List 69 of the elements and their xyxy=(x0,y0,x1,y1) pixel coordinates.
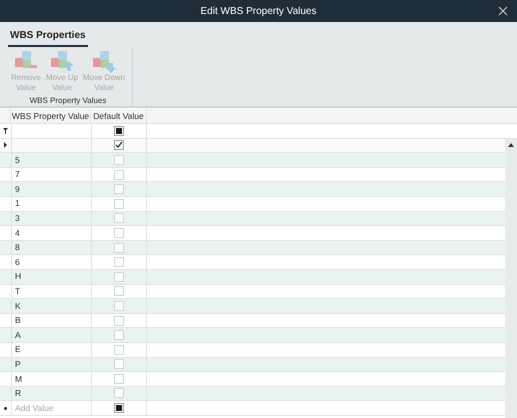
table-row[interactable]: 8 xyxy=(0,240,505,256)
table-row[interactable]: P xyxy=(0,358,505,372)
column-header[interactable]: WBS Property Value xyxy=(11,109,91,123)
checkbox[interactable] xyxy=(114,388,124,398)
checkbox[interactable] xyxy=(114,242,124,253)
table-cell: 3 xyxy=(15,212,20,225)
table-cell: 8 xyxy=(15,241,20,254)
table-cell: T xyxy=(15,284,20,298)
table-row[interactable]: E xyxy=(0,342,505,358)
blocks-down-arrow-icon xyxy=(91,49,117,73)
checkbox[interactable] xyxy=(114,198,124,209)
column-header[interactable]: Default Value xyxy=(91,109,147,123)
table-row[interactable]: 6 xyxy=(0,255,505,270)
table-row[interactable]: T xyxy=(0,284,505,300)
table-row[interactable]: H xyxy=(0,270,505,285)
ribbon-tab[interactable]: WBS Properties xyxy=(8,28,88,47)
table-row[interactable]: M xyxy=(0,372,505,387)
checkbox[interactable] xyxy=(114,359,124,370)
table-row[interactable]: 9 xyxy=(0,182,505,197)
checkbox[interactable] xyxy=(114,126,124,136)
checkbox[interactable] xyxy=(114,140,124,150)
checkbox[interactable] xyxy=(114,228,124,238)
current-row-icon xyxy=(4,142,7,148)
checkbox[interactable] xyxy=(114,403,124,414)
checkbox[interactable] xyxy=(114,184,124,194)
filter-icon xyxy=(3,128,8,134)
close-button[interactable] xyxy=(497,5,509,17)
table-cell: E xyxy=(15,343,21,356)
table-cell: 7 xyxy=(15,168,20,181)
new-row-icon xyxy=(4,406,7,410)
table-row[interactable]: Add Value xyxy=(0,401,505,416)
table-row[interactable]: 3 xyxy=(0,212,505,226)
blocks-up-arrow-icon xyxy=(49,49,75,73)
table-cell: B xyxy=(15,314,21,327)
table-cell: 5 xyxy=(15,154,20,166)
table-cell: 4 xyxy=(15,226,20,240)
checkbox[interactable] xyxy=(114,316,124,326)
table-row[interactable]: 4 xyxy=(0,226,505,241)
table-cell: 1 xyxy=(15,197,20,210)
table-row[interactable]: K xyxy=(0,299,505,314)
add-value-field[interactable]: Add Value xyxy=(15,402,88,414)
table-cell: M xyxy=(15,372,22,386)
table-cell: H xyxy=(15,270,22,284)
table-cell: 6 xyxy=(15,256,20,269)
table-cell: P xyxy=(15,358,21,371)
scrollbar[interactable] xyxy=(505,138,517,418)
checkbox[interactable] xyxy=(114,257,124,268)
checkbox[interactable] xyxy=(114,286,124,296)
checkbox[interactable] xyxy=(114,330,124,340)
scroll-up-icon[interactable] xyxy=(508,142,514,147)
checkbox[interactable] xyxy=(114,300,124,311)
checkbox[interactable] xyxy=(114,344,124,355)
table-row[interactable]: 5 xyxy=(0,153,505,168)
table-cell: 9 xyxy=(15,182,20,196)
checkbox[interactable] xyxy=(114,170,124,180)
table-row[interactable]: R xyxy=(0,386,505,402)
table-row[interactable]: 1 xyxy=(0,196,505,212)
checkbox[interactable] xyxy=(114,272,124,282)
checkbox[interactable] xyxy=(114,213,124,224)
checkbox[interactable] xyxy=(114,154,124,165)
table-cell: K xyxy=(15,300,21,312)
window-title: Edit WBS Property Values xyxy=(200,4,316,18)
checkbox[interactable] xyxy=(114,374,124,384)
table-cell: A xyxy=(15,328,21,342)
table-row[interactable]: B xyxy=(0,314,505,328)
table-cell: R xyxy=(15,387,22,400)
table-row[interactable]: 7 xyxy=(0,168,505,182)
table-row[interactable]: A xyxy=(0,328,505,343)
group-label: WBS Property Values xyxy=(30,95,106,107)
